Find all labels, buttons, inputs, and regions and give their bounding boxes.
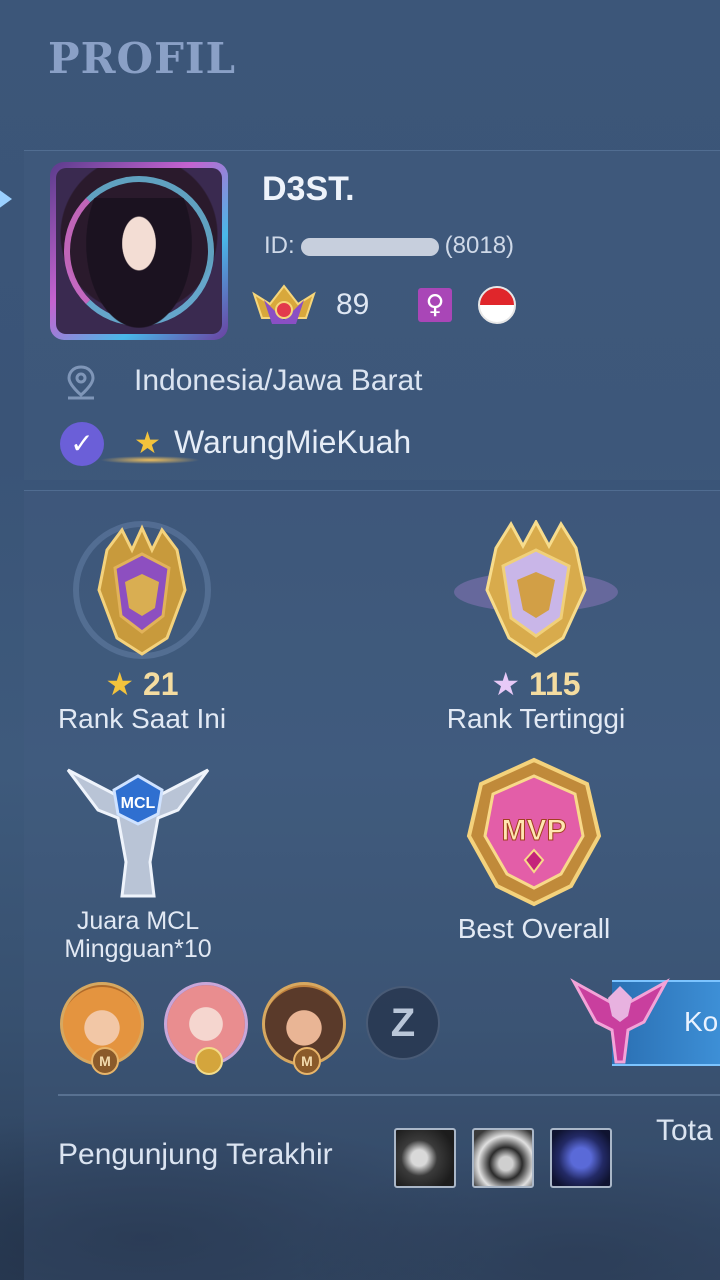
hero-avatar-2[interactable] bbox=[164, 982, 248, 1075]
highest-rank[interactable]: ★ 115 Rank Tertinggi bbox=[432, 518, 640, 735]
visitor-avatar-3[interactable] bbox=[550, 1128, 612, 1188]
indonesia-flag-icon bbox=[478, 286, 516, 324]
mythic-emblem-icon bbox=[73, 521, 211, 659]
mcl-label-line2: Mingguan*10 bbox=[64, 935, 212, 963]
id-prefix: ID: bbox=[264, 232, 295, 259]
mastery-badge-icon: M bbox=[293, 1047, 321, 1075]
mcl-achievement[interactable]: MCL Juara MCL Mingguan*10 bbox=[40, 762, 236, 963]
mcl-emblem-text: MCL bbox=[121, 795, 156, 812]
id-server: (8018) bbox=[444, 232, 515, 259]
player-name: D3ST. bbox=[262, 170, 355, 208]
highest-rank-stars: ★ 115 bbox=[432, 665, 640, 703]
visitor-avatar-1[interactable] bbox=[394, 1128, 456, 1188]
star-icon: ★ bbox=[105, 665, 135, 703]
mvp-badge-text: MVP bbox=[501, 814, 566, 847]
mythic-glory-emblem-icon bbox=[454, 518, 618, 658]
mvp-badge-icon: MVP bbox=[466, 757, 602, 907]
best-overall[interactable]: MVP Best Overall bbox=[432, 756, 636, 945]
id-redacted bbox=[300, 237, 439, 256]
level-badge-icon bbox=[252, 284, 316, 324]
side-arrow-icon[interactable] bbox=[0, 186, 12, 212]
banner-emblem-icon bbox=[570, 978, 670, 1064]
location-text: Indonesia/Jawa Barat bbox=[134, 364, 423, 397]
star-icon: ★ bbox=[134, 426, 161, 461]
hero-avatar-3[interactable]: M bbox=[262, 982, 346, 1075]
hero-avatar-1[interactable]: M bbox=[60, 982, 144, 1075]
divider bbox=[58, 1094, 720, 1096]
avatar[interactable] bbox=[50, 162, 228, 340]
highest-rank-label: Rank Tertinggi bbox=[446, 703, 626, 734]
visitor-avatar-2[interactable] bbox=[472, 1128, 534, 1188]
mcl-label-line1: Juara MCL bbox=[76, 907, 200, 935]
squad-name: WarungMieKuah bbox=[174, 424, 412, 460]
current-rank-label: Rank Saat Ini bbox=[57, 703, 227, 734]
recent-visitors-label: Pengunjung Terakhir bbox=[58, 1138, 333, 1171]
mastery-badge-icon: M bbox=[91, 1047, 119, 1075]
verified-check-icon: ✓ bbox=[60, 422, 104, 466]
player-level: 89 bbox=[336, 288, 370, 321]
location-pin-icon bbox=[67, 365, 95, 400]
highest-rank-value: 115 bbox=[528, 666, 581, 702]
avatar-portrait bbox=[86, 198, 192, 328]
star-icon: ★ bbox=[491, 665, 521, 703]
current-rank[interactable]: ★ 21 Rank Saat Ini bbox=[40, 520, 244, 735]
female-icon: ♀ bbox=[418, 288, 452, 322]
best-overall-label: Best Overall bbox=[457, 913, 611, 944]
player-id[interactable]: ID: (8018) bbox=[264, 232, 514, 260]
side-banner-text[interactable]: Ko bbox=[684, 1006, 718, 1038]
medal-badge-icon bbox=[195, 1047, 223, 1075]
current-rank-value: 21 bbox=[142, 666, 179, 702]
current-rank-stars: ★ 21 bbox=[40, 665, 244, 703]
avatar-image bbox=[56, 168, 222, 334]
mcl-trophy-icon: MCL bbox=[66, 768, 210, 898]
total-label: Tota bbox=[656, 1114, 713, 1147]
switch-heroes-button[interactable]: Z bbox=[366, 986, 440, 1060]
page-title: PROFIL bbox=[48, 34, 237, 83]
